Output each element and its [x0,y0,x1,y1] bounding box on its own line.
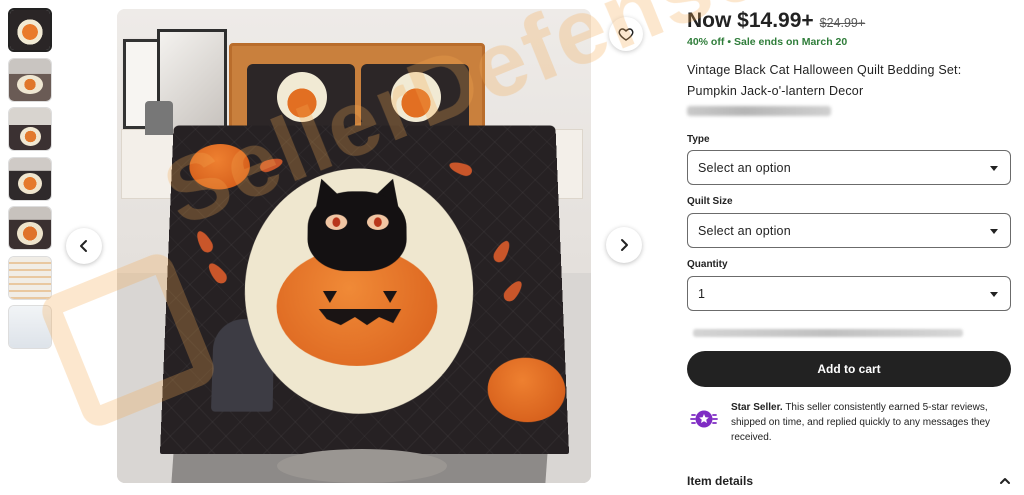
image-leaf [491,238,513,265]
thumbnail-image [9,157,51,200]
thumbnail-image [9,306,51,348]
image-leaf [258,155,285,174]
quilt-size-select-value: Select an option [698,223,791,238]
thumbnail-3[interactable] [8,107,52,151]
quilt-size-label: Quilt Size [687,196,733,207]
image-leaf [193,228,216,255]
star-seller-section: Star Seller. This seller consistently ea… [687,400,1012,445]
add-to-cart-button[interactable]: Add to cart [687,351,1011,387]
type-label: Type [687,134,710,145]
thumbnail-image [10,10,50,50]
star-seller-badge-icon [687,402,721,436]
image-person-legs [277,449,447,483]
image-small-pumpkin [188,144,251,190]
current-price: Now $14.99+ [687,9,814,32]
thumbnail-image [9,256,51,299]
image-leaf [501,277,526,305]
thumbnail-6[interactable] [8,255,52,300]
image-small-pumpkin [486,357,567,423]
main-product-image[interactable] [117,9,591,483]
thumbnail-list [8,8,54,355]
sale-ends-text: Sale ends on March 20 [734,36,848,48]
quilt-size-select[interactable]: Select an option [687,213,1011,248]
image-pillow [361,64,469,132]
price-row: Now $14.99+ $24.99+ [687,9,865,33]
thumbnail-image [9,58,51,101]
image-cat-eye [325,214,348,230]
item-details-toggle[interactable]: Item details [687,474,1012,488]
heart-icon [618,28,634,41]
caret-down-icon [990,229,998,234]
quantity-select[interactable]: 1 [687,276,1011,311]
image-pillow [247,64,355,132]
image-leaf [205,260,230,287]
star-seller-description: Star Seller. This seller consistently ea… [731,400,1012,445]
item-details-label: Item details [687,474,754,488]
chevron-left-icon [80,240,87,252]
image-lamp [145,101,173,135]
thumbnail-4[interactable] [8,156,52,201]
separator-dot: • [727,36,732,48]
chevron-right-icon [621,239,628,251]
previous-image-button[interactable] [66,228,102,264]
type-select-value: Select an option [698,160,791,175]
thumbnail-1[interactable] [8,8,52,52]
next-image-button[interactable] [606,227,642,263]
type-select[interactable]: Select an option [687,150,1011,185]
image-jack-o-lantern-face [318,290,402,326]
quantity-select-value: 1 [698,286,706,301]
image-quilt [159,125,570,454]
discount-text: 40% off [687,36,725,48]
caret-down-icon [990,166,998,171]
thumbnail-5[interactable] [8,206,52,250]
image-black-cat [307,191,407,272]
redacted-text [693,329,963,337]
quantity-label: Quantity [687,259,728,270]
chevron-up-icon [1000,478,1010,484]
product-title: Vintage Black Cat Halloween Quilt Beddin… [687,63,962,98]
thumbnail-image [9,108,51,150]
caret-down-icon [990,292,998,297]
thumbnail-2[interactable] [8,57,52,102]
original-price: $24.99+ [819,16,866,30]
image-cat-eye [366,214,389,230]
favorite-button[interactable] [609,17,643,51]
sale-info: 40% off • Sale ends on March 20 [687,36,847,48]
image-leaf [447,159,474,178]
redacted-text [687,106,831,116]
thumbnail-7[interactable] [8,305,52,349]
thumbnail-image [9,207,51,249]
star-seller-title: Star Seller. [731,402,783,413]
